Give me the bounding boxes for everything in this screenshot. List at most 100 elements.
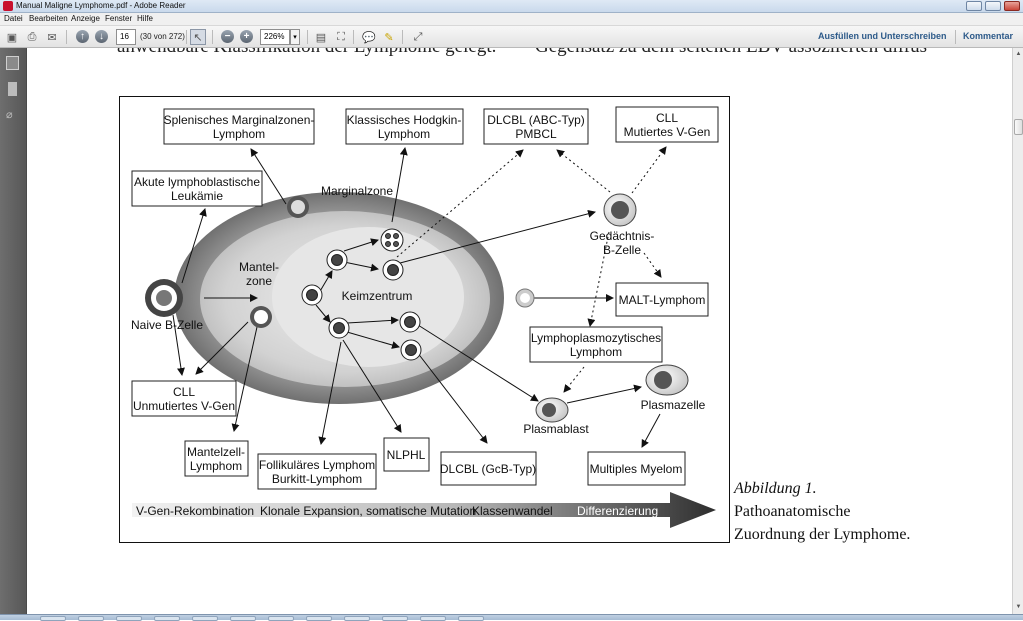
memory-b-cell — [603, 193, 637, 227]
menu-bearbeiten[interactable]: Bearbeiten — [29, 14, 68, 23]
highlight-icon[interactable]: ✎ — [381, 29, 397, 45]
figure-caption-title: Abbildung 1. — [734, 480, 817, 497]
svg-text:Klassisches Hodgkin-: Klassisches Hodgkin- — [347, 113, 462, 127]
text-line-left: anwendbare Klassifikation der Lymphome g… — [117, 48, 496, 58]
svg-text:Lymphom: Lymphom — [190, 459, 242, 473]
taskbar-item[interactable] — [306, 616, 332, 621]
box-dlbcl-abc: DLCBL (ABC-Typ) PMBCL — [483, 108, 589, 145]
taskbar-item[interactable] — [420, 616, 446, 621]
close-button[interactable] — [1004, 1, 1020, 11]
menu-fenster[interactable]: Fenster — [105, 14, 132, 23]
previous-page-icon[interactable]: ↑ — [76, 30, 89, 43]
taskbar — [0, 614, 1023, 621]
zoom-out-icon[interactable]: − — [221, 30, 234, 43]
label-differenzierung: Differenzierung — [577, 504, 658, 518]
svg-text:Multiples Myelom: Multiples Myelom — [590, 462, 683, 476]
box-splenisch: Splenisches Marginalzonen- Lymphom — [163, 108, 315, 145]
zoom-level-input[interactable]: 226% — [260, 29, 290, 45]
next-page-icon[interactable]: ↓ — [95, 30, 108, 43]
text-line-right: Gegensatz zu dem seltenen EBV-assoziiert… — [535, 48, 927, 58]
scroll-up-icon[interactable]: ▲ — [1014, 49, 1023, 59]
plasma-cell — [645, 364, 689, 396]
title-bar: Manual Maligne Lymphome.pdf - Adobe Read… — [0, 0, 1023, 13]
taskbar-item[interactable] — [382, 616, 408, 621]
taskbar-item[interactable] — [40, 616, 66, 621]
menu-datei[interactable]: Datei — [4, 14, 23, 23]
svg-text:Burkitt-Lymphom: Burkitt-Lymphom — [272, 472, 362, 486]
svg-text:Leukämie: Leukämie — [171, 189, 223, 203]
svg-text:CLL: CLL — [173, 385, 195, 399]
differentiation-bar: V-Gen-Rekombination Klonale Expansion, s… — [132, 492, 716, 528]
attachments-icon[interactable]: ⌀ — [6, 108, 19, 122]
box-cll-mutiert: CLL Mutiertes V-Gen — [615, 106, 719, 143]
svg-text:PMBCL: PMBCL — [515, 127, 557, 141]
box-follikulaer: Follikuläres Lymphom Burkitt-Lymphom — [257, 453, 377, 490]
zoom-dropdown-icon[interactable]: ▾ — [290, 29, 300, 45]
label-marginalzone: Marginalzone — [321, 184, 393, 198]
figure-diagram: Splenisches Marginalzonen- Lymphom Klass… — [131, 106, 719, 528]
svg-text:NLPHL: NLPHL — [387, 448, 426, 462]
sticky-note-icon[interactable]: 💬 — [361, 29, 377, 45]
toolbar: ▣ ⎙ ✉ ↑ ↓ 16 (30 von 272) ↖ − + 226% ▾ ▤… — [0, 26, 1023, 48]
document-page: anwendbare Klassifikation der Lymphome g… — [26, 48, 1012, 614]
box-malt: MALT-Lymphom — [615, 282, 709, 317]
box-lymphoplasmozytisch: Lymphoplasmozytisches Lymphom — [529, 326, 663, 363]
save-icon[interactable]: ▣ — [4, 29, 20, 45]
svg-text:Akute lymphoblastische: Akute lymphoblastische — [134, 175, 260, 189]
label-plasmazelle: Plasmazelle — [641, 398, 706, 412]
lymphoma-figure: Splenisches Marginalzonen- Lymphom Klass… — [119, 96, 730, 543]
mantle-zone-cell — [250, 306, 272, 328]
taskbar-item[interactable] — [154, 616, 180, 621]
vertical-scrollbar[interactable]: ▲ ▼ — [1012, 48, 1023, 614]
label-naive-b-zelle: Naive B-Zelle — [131, 318, 203, 332]
taskbar-item[interactable] — [268, 616, 294, 621]
select-tool-icon[interactable]: ↖ — [190, 29, 206, 45]
page-count: (30 von 272) — [140, 32, 185, 41]
svg-text:Lymphom: Lymphom — [378, 127, 430, 141]
scroll-down-icon[interactable]: ▼ — [1014, 602, 1023, 612]
label-v-gen-rekombination: V-Gen-Rekombination — [136, 504, 254, 518]
taskbar-item[interactable] — [116, 616, 142, 621]
page-thumbnails-icon[interactable] — [6, 56, 19, 70]
window-title: Manual Maligne Lymphome.pdf - Adobe Read… — [16, 1, 186, 10]
bookmarks-icon[interactable] — [8, 82, 17, 96]
taskbar-item[interactable] — [344, 616, 370, 621]
svg-text:Lymphom: Lymphom — [570, 345, 622, 359]
label-mantelzone-2: zone — [246, 274, 272, 288]
print-icon[interactable]: ⎙ — [24, 29, 40, 45]
fit-width-icon[interactable]: ⛶ — [333, 29, 349, 45]
fill-sign-button[interactable]: Ausfüllen und Unterschreiben — [818, 31, 947, 41]
page-number-input[interactable]: 16 — [116, 29, 136, 45]
label-keimzentrum: Keimzentrum — [342, 289, 413, 303]
email-icon[interactable]: ✉ — [44, 29, 60, 45]
box-hodgkin: Klassisches Hodgkin- Lymphom — [345, 108, 464, 145]
comment-button[interactable]: Kommentar — [963, 31, 1013, 41]
taskbar-item[interactable] — [78, 616, 104, 621]
fit-page-icon[interactable]: ▤ — [313, 29, 329, 45]
taskbar-item[interactable] — [230, 616, 256, 621]
label-klassenwandel: Klassenwandel — [472, 504, 553, 518]
figure-caption-line3: Zuordnung der Lymphome. — [734, 526, 911, 543]
svg-text:MALT-Lymphom: MALT-Lymphom — [619, 293, 706, 307]
scroll-thumb[interactable] — [1014, 119, 1023, 135]
minimize-button[interactable] — [966, 1, 982, 11]
navigation-panel: ⌀ — [0, 48, 26, 614]
label-klonale-expansion: Klonale Expansion, somatische Mutation — [260, 504, 476, 518]
svg-text:Mantelzell-: Mantelzell- — [187, 445, 245, 459]
box-nlphl: NLPHL — [383, 437, 430, 472]
marginal-zone-cell — [287, 196, 309, 218]
svg-text:Splenisches Marginalzonen-: Splenisches Marginalzonen- — [164, 113, 315, 127]
box-cll-unmutiert: CLL Unmutiertes V-Gen — [131, 380, 237, 417]
menu-hilfe[interactable]: Hilfe — [137, 14, 153, 23]
menu-anzeige[interactable]: Anzeige — [71, 14, 100, 23]
figure-caption-line2: Pathoanatomische — [734, 503, 851, 520]
label-gedaechtnis-2: B-Zelle — [603, 243, 641, 257]
svg-text:Follikuläres Lymphom: Follikuläres Lymphom — [259, 458, 375, 472]
zoom-in-icon[interactable]: + — [240, 30, 253, 43]
expand-icon[interactable]: ⤢ — [410, 29, 426, 45]
svg-text:Mutiertes V-Gen: Mutiertes V-Gen — [624, 125, 711, 139]
maximize-button[interactable] — [985, 1, 1001, 11]
svg-text:CLL: CLL — [656, 111, 678, 125]
taskbar-item[interactable] — [458, 616, 484, 621]
taskbar-item[interactable] — [192, 616, 218, 621]
